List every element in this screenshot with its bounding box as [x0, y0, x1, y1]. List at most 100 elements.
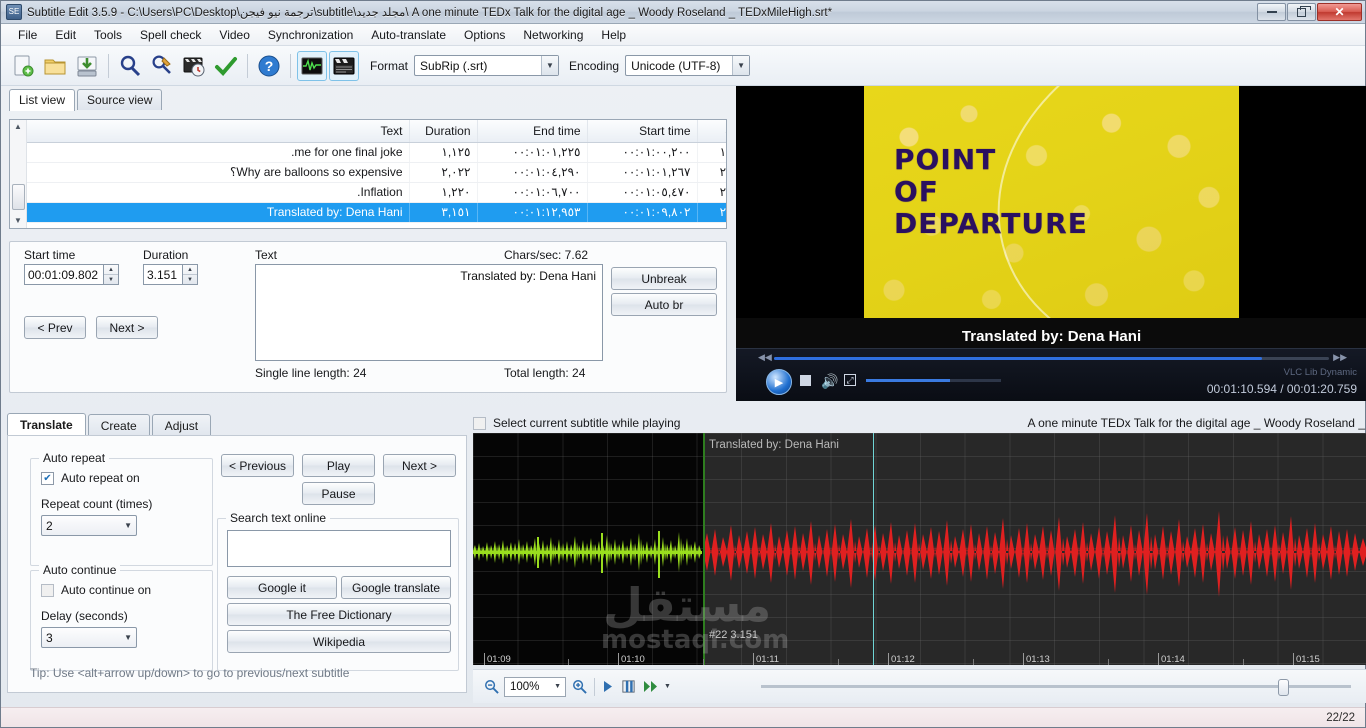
video-toggle-button[interactable] [329, 50, 359, 81]
prev-subtitle-button[interactable]: < Prev [24, 316, 86, 339]
rewind-icon[interactable]: ◀◀ [758, 352, 772, 363]
pause-button[interactable]: Pause [302, 482, 375, 505]
google-translate-button[interactable]: Google translate [341, 576, 451, 599]
cell-end-time: ٠٠:٠١:٠٤,٢٩٠ [477, 162, 588, 183]
waveform-horizontal-scrollbar[interactable] [761, 679, 1351, 696]
help-button[interactable]: ? [254, 51, 284, 81]
new-file-button[interactable] [8, 51, 38, 81]
waveform-toggle-button[interactable] [297, 50, 327, 81]
table-row[interactable]: .Inflation ١,٢٢٠ ٠٠:٠١:٠٦,٧٠٠ ٠٠:٠١:٠٥,٤… [27, 182, 726, 203]
spellcheck-button[interactable] [211, 51, 241, 81]
window-title: Subtitle Edit 3.5.9 - C:\Users\PC\Deskto… [27, 7, 833, 19]
play-button[interactable]: ▶ [766, 369, 792, 395]
stepper-up-icon[interactable]: ▲ [183, 265, 197, 275]
tick-label: 01:09 [484, 653, 511, 665]
duration-input[interactable]: 3.151 [143, 264, 183, 285]
forward-icon[interactable]: ▶▶ [1333, 352, 1347, 363]
start-time-label: Start time [24, 248, 76, 262]
table-row[interactable]: .me for one final joke ١,١٢٥ ٠٠:٠١:٠١,٢٢… [27, 142, 726, 163]
zoom-level-select[interactable]: 100% ▼ [504, 676, 566, 697]
scrollbar-track[interactable] [761, 685, 1351, 688]
google-it-button[interactable]: Google it [227, 576, 337, 599]
format-select[interactable]: SubRip (.srt) ▼ [414, 55, 560, 76]
stop-button[interactable] [800, 375, 811, 386]
table-row[interactable]: ؟Why are balloons so expensive ٢,٠٢٢ ٠٠:… [27, 162, 726, 183]
start-time-input[interactable]: 00:01:09.802 [24, 264, 104, 285]
play-button[interactable]: Play [302, 454, 375, 477]
auto-continue-checkbox[interactable] [41, 583, 54, 597]
open-folder-button[interactable] [40, 51, 70, 81]
save-button[interactable] [72, 51, 102, 81]
menu-item-networking[interactable]: Networking [514, 25, 592, 45]
stepper-down-icon[interactable]: ▼ [104, 275, 118, 284]
replace-button[interactable] [147, 51, 177, 81]
select-subtitle-checkbox[interactable] [473, 416, 486, 430]
tab-source-view[interactable]: Source view [77, 89, 163, 110]
encoding-select[interactable]: Unicode (UTF-8) ▼ [625, 55, 751, 76]
start-time-stepper[interactable]: ▲ ▼ [104, 264, 119, 285]
scroll-up-icon[interactable]: ▲ [14, 120, 22, 134]
repeat-count-select[interactable]: 2 ▼ [41, 515, 137, 536]
zoom-in-button[interactable] [568, 679, 590, 694]
column-header-start-time[interactable]: Start time [587, 120, 698, 143]
volume-slider[interactable] [866, 379, 1001, 382]
video-seek-bar[interactable]: ◀◀ ▶▶ [736, 351, 1366, 365]
restore-button[interactable] [1287, 3, 1316, 21]
volume-icon[interactable]: 🔊 [821, 373, 838, 390]
menu-item-synchronization[interactable]: Synchronization [259, 25, 362, 45]
next-button[interactable]: Next > [383, 454, 456, 477]
fullscreen-icon[interactable]: ⤢ [844, 374, 856, 386]
stepper-down-icon[interactable]: ▼ [183, 275, 197, 284]
waveform-playhead[interactable] [873, 433, 874, 665]
auto-repeat-group: Auto repeat ✔ Auto repeat on Repeat coun… [30, 451, 213, 566]
menu-item-edit[interactable]: Edit [46, 25, 85, 45]
column-header-end-time[interactable]: End time [477, 120, 588, 143]
auto-continue-group-title: Auto continue [39, 563, 121, 577]
subtitle-text-input[interactable]: Translated by: Dena Hani [255, 264, 603, 361]
free-dictionary-button[interactable]: The Free Dictionary [227, 603, 451, 626]
waveform-display[interactable]: Translated by: Dena Hani #22 3.151 مستقل… [473, 433, 1366, 665]
list-scrollbar[interactable]: ▲ ▼ [10, 120, 27, 228]
menu-item-tools[interactable]: Tools [85, 25, 131, 45]
menu-item-file[interactable]: File [9, 25, 46, 45]
column-header-duration[interactable]: Duration [409, 120, 478, 143]
selection-start-marker[interactable] [703, 433, 705, 665]
scrollbar-thumb[interactable] [1278, 679, 1289, 696]
stepper-up-icon[interactable]: ▲ [104, 265, 118, 275]
tab-adjust[interactable]: Adjust [151, 414, 212, 437]
auto-br-button[interactable]: Auto br [611, 293, 717, 316]
duration-stepper[interactable]: ▲ ▼ [183, 264, 198, 285]
search-input[interactable] [227, 530, 451, 567]
find-button[interactable] [115, 51, 145, 81]
minimize-button[interactable] [1257, 3, 1286, 21]
unbreak-button[interactable]: Unbreak [611, 267, 717, 290]
menu-item-spell-check[interactable]: Spell check [131, 25, 210, 45]
video-frame[interactable]: POINT OF DEPARTURE [736, 86, 1366, 318]
svg-text:?: ? [265, 58, 274, 74]
menu-item-options[interactable]: Options [455, 25, 514, 45]
zoom-out-button[interactable] [481, 679, 501, 694]
scroll-down-icon[interactable]: ▼ [14, 214, 22, 228]
column-header-text[interactable]: Text [27, 120, 410, 143]
auto-repeat-checkbox[interactable]: ✔ [41, 471, 54, 485]
table-row-selected[interactable]: Translated by: Dena Hani ٣,١٥١ ٠٠:٠١:١٢,… [27, 202, 726, 223]
waveform-forward-button[interactable] [639, 680, 663, 693]
tab-translate[interactable]: Translate [7, 413, 86, 437]
scrollbar-thumb[interactable] [12, 184, 25, 210]
next-subtitle-button[interactable]: Next > [96, 316, 158, 339]
previous-button[interactable]: < Previous [221, 454, 294, 477]
close-button[interactable]: ✕ [1317, 3, 1362, 21]
sync-video-button[interactable] [179, 51, 209, 81]
tab-list-view[interactable]: List view [9, 89, 76, 111]
tab-create[interactable]: Create [87, 414, 150, 437]
wikipedia-button[interactable]: Wikipedia [227, 630, 451, 653]
waveform-columns-button[interactable] [617, 679, 639, 694]
column-header-number[interactable]: # [697, 120, 726, 143]
waveform-play-button[interactable] [599, 680, 617, 693]
seek-track[interactable] [774, 357, 1329, 360]
menu-item-help[interactable]: Help [592, 25, 635, 45]
menu-item-video[interactable]: Video [210, 25, 258, 45]
delay-select[interactable]: 3 ▼ [41, 627, 137, 648]
menu-item-auto-translate[interactable]: Auto-translate [362, 25, 455, 45]
waveform-forward-dropdown-icon[interactable]: ▼ [664, 683, 671, 690]
